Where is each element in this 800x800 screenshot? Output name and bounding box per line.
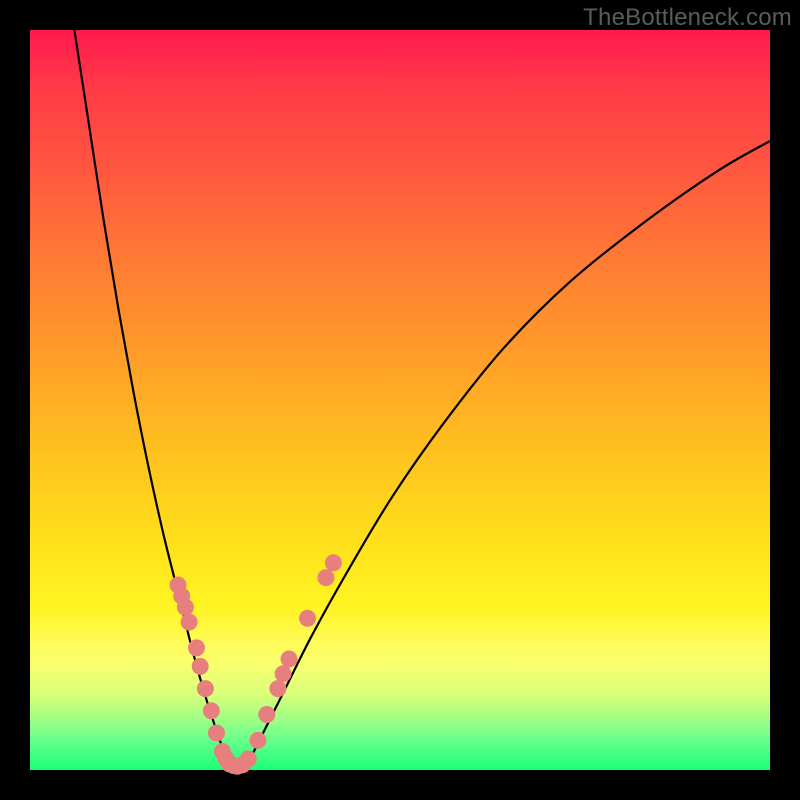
watermark-text: TheBottleneck.com (583, 4, 792, 32)
highlight-dot (181, 614, 198, 631)
highlight-dot (177, 599, 194, 616)
right-curve (245, 141, 770, 770)
highlight-dot (325, 554, 342, 571)
highlight-dot (240, 750, 257, 767)
curve-layer (30, 30, 770, 770)
highlight-dot (208, 725, 225, 742)
highlight-dot (275, 665, 292, 682)
chart-frame: TheBottleneck.com (0, 0, 800, 800)
highlight-dot (197, 680, 214, 697)
highlight-dot (249, 732, 266, 749)
highlight-dot (258, 706, 275, 723)
plot-area (30, 30, 770, 770)
highlight-dot (192, 658, 209, 675)
highlight-dot (269, 680, 286, 697)
highlight-dot (188, 639, 205, 656)
highlight-dot (299, 610, 316, 627)
highlight-dot (318, 569, 335, 586)
highlight-dots (170, 554, 342, 775)
left-curve (74, 30, 229, 770)
highlight-dot (203, 702, 220, 719)
highlight-dot (281, 651, 298, 668)
